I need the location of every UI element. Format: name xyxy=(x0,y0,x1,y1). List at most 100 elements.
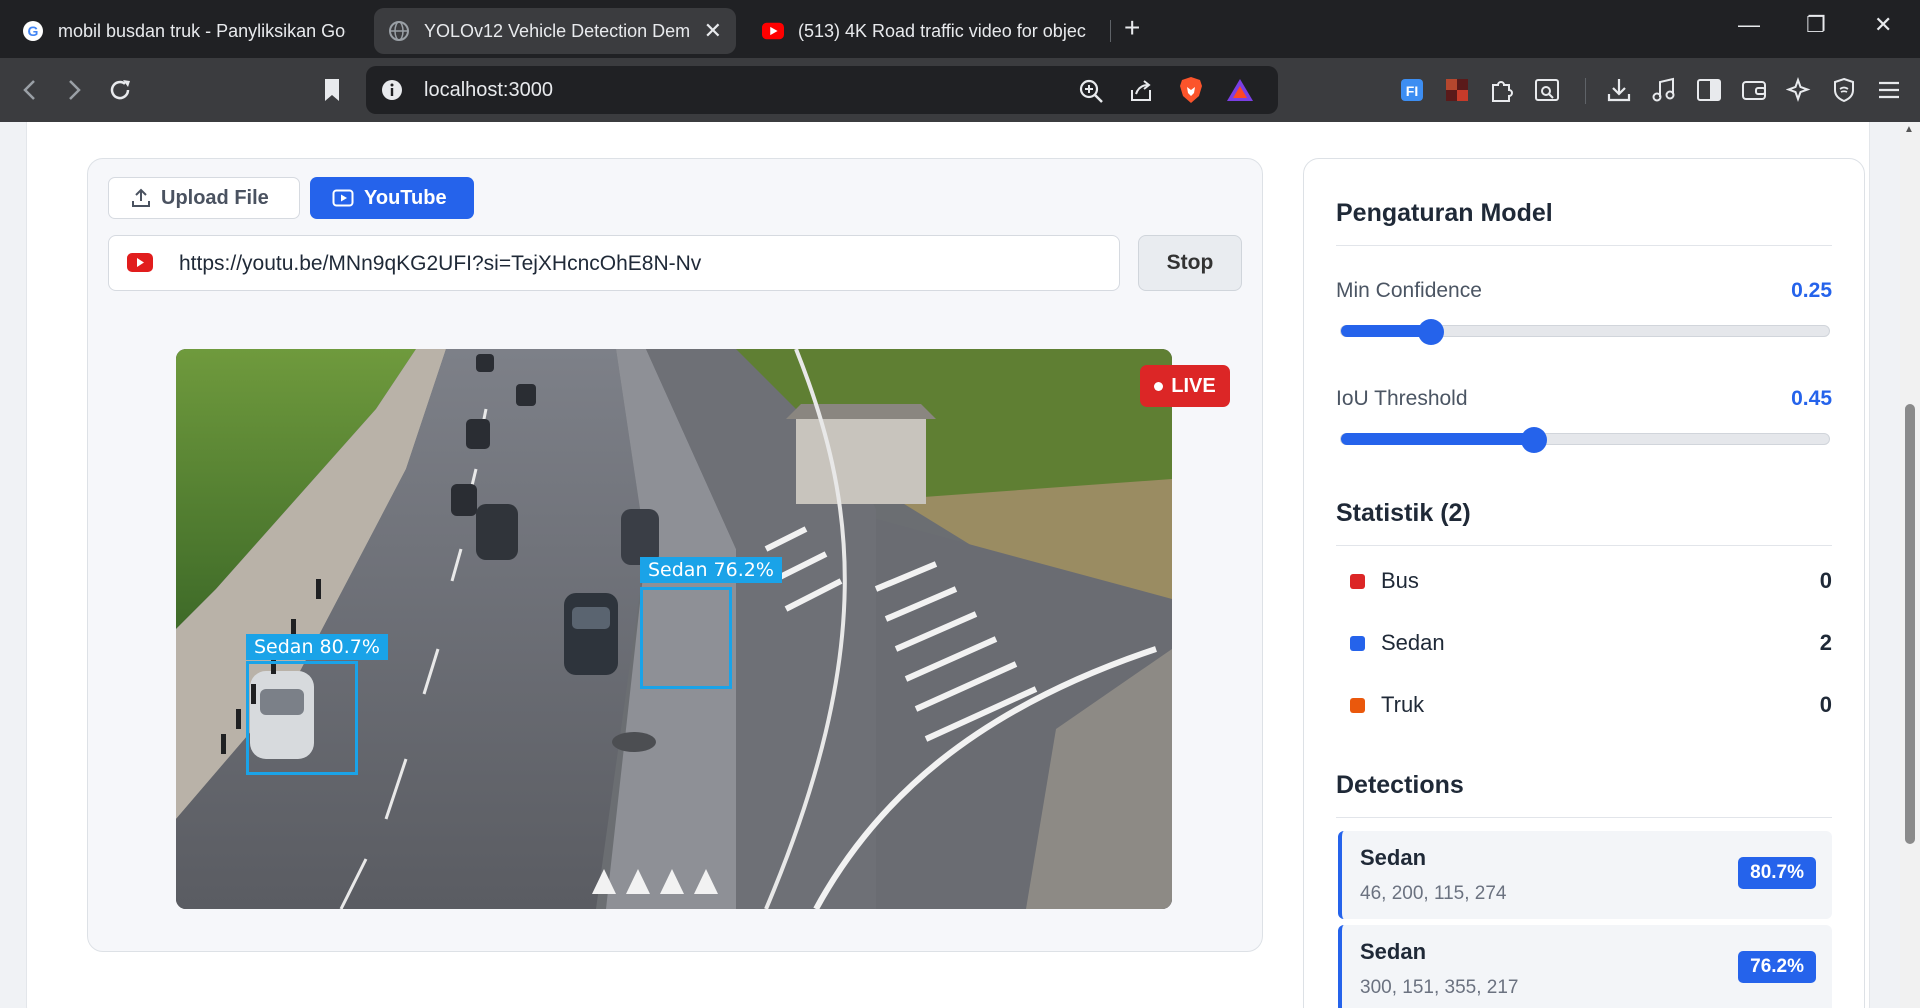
video-panel: Upload File YouTube Stop xyxy=(87,158,1263,952)
google-icon: G xyxy=(22,20,44,42)
youtube-icon xyxy=(762,20,784,42)
live-label: LIVE xyxy=(1171,374,1216,397)
toolbar-separator xyxy=(1585,78,1586,104)
screenshot-extension-icon[interactable] xyxy=(1531,74,1563,106)
music-icon[interactable] xyxy=(1648,74,1680,106)
stat-row-bus: Bus 0 xyxy=(1350,563,1832,599)
zoom-icon[interactable] xyxy=(1078,78,1104,109)
slider-handle[interactable] xyxy=(1521,427,1548,453)
bookmark-icon[interactable] xyxy=(314,72,350,108)
youtube-url-input[interactable] xyxy=(179,246,1099,282)
brave-shields-icon[interactable] xyxy=(1178,76,1204,109)
slider-handle[interactable] xyxy=(1417,319,1444,345)
iou-threshold-label: IoU Threshold xyxy=(1336,387,1468,410)
detection-class: Sedan xyxy=(1360,939,1427,964)
page-viewport: Upload File YouTube Stop xyxy=(0,122,1900,1008)
close-window-icon[interactable]: ✕ xyxy=(1874,12,1892,38)
detection-item[interactable]: Sedan 46, 200, 115, 274 80.7% xyxy=(1338,831,1832,919)
url-text: localhost:3000 xyxy=(424,79,553,101)
legend-square-icon xyxy=(1350,635,1365,651)
tab-title: (513) 4K Road traffic video for object xyxy=(798,20,1086,41)
settings-title: Pengaturan Model xyxy=(1336,199,1553,227)
detection-item[interactable]: Sedan 300, 151, 355, 217 76.2% xyxy=(1338,925,1832,1008)
legend-square-icon xyxy=(1350,697,1365,713)
slider-fill xyxy=(1341,433,1535,445)
detection-box-coords: 46, 200, 115, 274 xyxy=(1360,883,1507,904)
youtube-icon xyxy=(127,253,153,277)
detection-class: Sedan xyxy=(1360,845,1427,870)
vpn-shield-icon[interactable] xyxy=(1828,74,1860,106)
detections-title: Detections xyxy=(1336,771,1464,799)
youtube-button[interactable]: YouTube xyxy=(310,177,474,219)
live-badge: LIVE xyxy=(1140,365,1230,407)
stat-name: Truk xyxy=(1381,692,1425,717)
reload-icon[interactable] xyxy=(102,72,138,108)
translate-extension-icon[interactable]: FI xyxy=(1396,74,1428,106)
tab-title: YOLOv12 Vehicle Detection Dem xyxy=(424,20,691,41)
detection-box-sedan-2 xyxy=(640,587,732,689)
minimize-icon[interactable]: — xyxy=(1738,12,1760,38)
upload-file-label: Upload File xyxy=(161,186,269,209)
tab-youtube-video[interactable]: (513) 4K Road traffic video for object xyxy=(748,8,1100,54)
brave-rewards-icon[interactable] xyxy=(1226,78,1254,107)
download-icon[interactable] xyxy=(1603,74,1635,106)
detection-label-sedan-2: Sedan 76.2% xyxy=(640,557,782,583)
color-extension-icon[interactable] xyxy=(1441,74,1473,106)
statistics-title: Statistik (2) xyxy=(1336,499,1471,527)
stat-name: Sedan xyxy=(1381,630,1445,655)
stat-count: 0 xyxy=(1819,692,1832,717)
legend-square-icon xyxy=(1350,573,1365,589)
divider xyxy=(1336,245,1832,246)
divider xyxy=(1336,545,1832,546)
youtube-label: YouTube xyxy=(364,186,447,209)
tab-google-search[interactable]: G mobil busdan truk - Panyliksikan Goo xyxy=(8,8,360,54)
menu-icon[interactable] xyxy=(1873,74,1905,106)
detection-box-coords: 300, 151, 355, 217 xyxy=(1360,977,1519,998)
live-dot-icon xyxy=(1154,381,1164,391)
upload-file-button[interactable]: Upload File xyxy=(108,177,300,219)
scrollbar-thumb[interactable] xyxy=(1905,404,1915,844)
main-card: Upload File YouTube Stop xyxy=(26,122,1870,1008)
min-confidence-slider[interactable] xyxy=(1340,319,1830,345)
tab-separator xyxy=(1110,20,1111,42)
forward-icon[interactable] xyxy=(56,72,92,108)
scroll-up-icon[interactable]: ▲ xyxy=(1904,124,1914,135)
min-confidence-label: Min Confidence xyxy=(1336,279,1482,302)
browser-tab-bar: G mobil busdan truk - Panyliksikan Goo Y… xyxy=(0,0,1920,58)
site-info-icon[interactable] xyxy=(380,78,404,107)
stop-button[interactable]: Stop xyxy=(1138,235,1242,291)
globe-icon xyxy=(388,20,410,42)
settings-panel: Pengaturan Model Min Confidence 0.25 IoU… xyxy=(1303,158,1865,1008)
extensions-icon[interactable] xyxy=(1486,74,1518,106)
stat-name: Bus xyxy=(1381,568,1419,593)
youtube-url-field[interactable] xyxy=(108,235,1120,291)
min-confidence-value: 0.25 xyxy=(1791,279,1832,302)
new-tab-icon[interactable]: + xyxy=(1124,12,1140,44)
wallet-icon[interactable] xyxy=(1738,74,1770,106)
stat-row-sedan: Sedan 2 xyxy=(1350,625,1832,661)
close-tab-icon[interactable]: ✕ xyxy=(692,18,722,44)
svg-text:FI: FI xyxy=(1406,83,1418,99)
iou-threshold-slider[interactable] xyxy=(1340,427,1830,453)
detection-label-sedan-1: Sedan 80.7% xyxy=(246,634,388,660)
restore-icon[interactable]: ❐ xyxy=(1806,12,1826,38)
share-icon[interactable] xyxy=(1128,78,1154,109)
address-bar[interactable]: localhost:3000 xyxy=(366,66,1278,114)
tab-yolo-demo[interactable]: YOLOv12 Vehicle Detection Dem ✕ xyxy=(374,8,736,54)
browser-toolbar: localhost:3000 FI xyxy=(0,58,1920,122)
back-icon[interactable] xyxy=(12,72,48,108)
video-icon xyxy=(332,189,354,207)
tab-title: mobil busdan truk - Panyliksikan Goo xyxy=(58,20,346,41)
page-scrollbar[interactable]: ▲ xyxy=(1900,122,1920,1008)
video-stream: Sedan 80.7% Sedan 76.2% xyxy=(176,349,1172,909)
detection-confidence-badge: 76.2% xyxy=(1738,951,1816,983)
detection-box-sedan-1 xyxy=(246,661,358,775)
svg-text:G: G xyxy=(28,23,39,39)
sidebar-icon[interactable] xyxy=(1693,74,1725,106)
stat-count: 2 xyxy=(1819,630,1832,655)
ai-assistant-icon[interactable] xyxy=(1783,74,1815,106)
iou-threshold-value: 0.45 xyxy=(1791,387,1832,410)
stat-row-truk: Truk 0 xyxy=(1350,687,1832,723)
detection-confidence-badge: 80.7% xyxy=(1738,857,1816,889)
stat-count: 0 xyxy=(1819,568,1832,593)
